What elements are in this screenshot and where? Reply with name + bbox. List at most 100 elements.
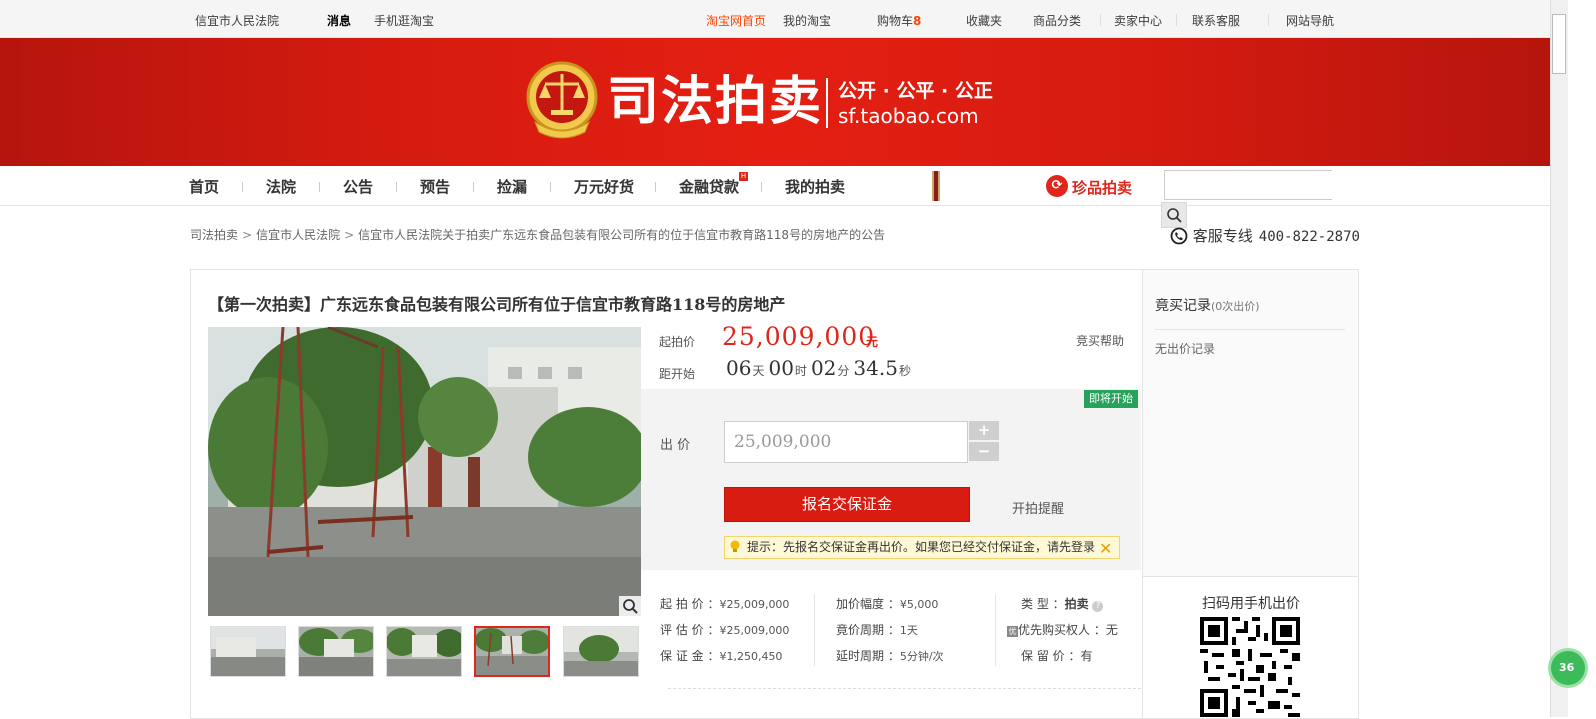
- thumbnail-image: [476, 628, 548, 675]
- qr-title: 扫码用手机出价: [1202, 596, 1300, 612]
- zhenpin-logo-icon: ⟳: [1046, 175, 1068, 197]
- info-delay: 延时周期 ：5分钟/次: [836, 647, 944, 664]
- seller-center-link[interactable]: 卖家中心: [1114, 12, 1162, 29]
- categories-link[interactable]: 商品分类: [1033, 12, 1081, 29]
- start-price-label: 起拍价: [659, 335, 696, 349]
- info-label: 竟价周期 ：: [836, 623, 900, 637]
- pay-deposit-button[interactable]: 报名交保证金: [724, 487, 970, 522]
- banner: 司法拍卖 公开 · 公平 · 公正 sf.taobao.com: [0, 38, 1550, 166]
- phone-icon: [1170, 227, 1188, 245]
- vertical-scrollbar[interactable]: [1550, 0, 1568, 717]
- countdown-label: 距开始: [659, 367, 696, 381]
- customer-service-link[interactable]: 联系客服: [1192, 12, 1240, 29]
- info-value: ¥25,009,000: [719, 624, 790, 637]
- divider: [1268, 14, 1269, 26]
- messages-link[interactable]: 消息: [327, 12, 351, 29]
- info-label: 起 拍 价 ：: [660, 597, 720, 611]
- nav-my-auction[interactable]: 我的拍卖: [785, 176, 845, 197]
- close-icon[interactable]: ✕: [1099, 538, 1112, 559]
- info-label: 加价幅度 ：: [836, 597, 900, 611]
- help-icon[interactable]: ?: [1092, 601, 1104, 612]
- priority-icon: 优: [1007, 626, 1018, 637]
- countdown-minutes-unit: 分: [837, 364, 850, 378]
- chevron-right-icon: >: [344, 228, 355, 242]
- scrollbar-thumb[interactable]: [1552, 14, 1566, 74]
- banner-url: sf.taobao.com: [838, 104, 979, 128]
- floating-widget[interactable]: 36: [1548, 648, 1588, 688]
- start-reminder-link[interactable]: 开拍提醒: [1012, 498, 1064, 517]
- court-emblem-icon: [526, 61, 598, 139]
- bid-amount-input[interactable]: 25,009,000: [724, 421, 968, 463]
- nav-court[interactable]: 法院: [266, 176, 296, 197]
- info-deposit: 保 证 金 ：¥1,250,450: [660, 647, 782, 664]
- info-cycle: 竟价周期 ：1天: [836, 621, 918, 638]
- mobile-link[interactable]: 手机逛淘宝: [374, 12, 434, 29]
- increase-bid-button[interactable]: +: [969, 421, 999, 440]
- banner-title: 司法拍卖: [607, 72, 824, 132]
- decrease-bid-button[interactable]: −: [969, 442, 999, 461]
- hotline-label: 客服专线: [1192, 227, 1253, 245]
- divider: [1176, 14, 1177, 26]
- info-label: 优先购买权人 ：: [1018, 623, 1106, 637]
- zhenpin-label: 珍品拍卖: [1072, 179, 1133, 197]
- divider: [761, 182, 762, 192]
- favorites-link[interactable]: 收藏夹: [966, 12, 1002, 29]
- info-value: 1天: [899, 624, 918, 637]
- divider: [655, 182, 656, 192]
- top-bar: 信宜市人民法院 消息 手机逛淘宝 淘宝网首页 我的淘宝 购物车8 收藏夹 商品分…: [0, 0, 1550, 38]
- countdown-timer: 06天 00时 02分 34.5秒: [726, 356, 915, 380]
- nav-finance[interactable]: 金融贷款: [679, 176, 739, 197]
- zoom-button[interactable]: [619, 596, 641, 616]
- info-label: 保 留 价 ：: [1021, 649, 1081, 663]
- cart-link[interactable]: 购物车8: [877, 12, 921, 29]
- page-margin: [1568, 0, 1596, 717]
- thumbnail[interactable]: [298, 626, 374, 677]
- countdown-days-unit: 天: [752, 364, 765, 378]
- breadcrumb: 司法拍卖 > 信宜市人民法院 > 信宜市人民法院关于拍卖广东远东食品包装有限公司所有的位…: [190, 226, 885, 243]
- divider: [550, 182, 551, 192]
- banner-slogan: 公开 · 公平 · 公正: [838, 80, 993, 102]
- nav-good-deals[interactable]: 万元好货: [574, 176, 634, 197]
- divider: [1143, 576, 1358, 577]
- nav-notice[interactable]: 公告: [343, 176, 373, 197]
- search-icon: [1167, 208, 1182, 223]
- thumbnail[interactable]: [563, 626, 639, 677]
- divider: [319, 182, 320, 192]
- chevron-right-icon: >: [242, 228, 253, 242]
- bid-record-panel: [1143, 270, 1358, 576]
- info-value: 5分钟/次: [899, 650, 944, 663]
- breadcrumb-court[interactable]: 信宜市人民法院: [256, 228, 340, 242]
- info-value: ¥5,000: [899, 598, 939, 611]
- status-badge: 即将开始: [1084, 390, 1138, 408]
- property-photo[interactable]: [208, 327, 641, 616]
- court-link[interactable]: 信宜市人民法院: [195, 12, 279, 29]
- info-label: 延时周期 ：: [836, 649, 900, 663]
- cart-label: 购物车: [877, 14, 914, 28]
- breadcrumb-root[interactable]: 司法拍卖: [190, 228, 238, 242]
- info-value: ¥1,250,450: [719, 650, 783, 663]
- bid-label: 出 价: [660, 438, 691, 453]
- nav-preview[interactable]: 预告: [420, 176, 450, 197]
- nav-home[interactable]: 首页: [189, 176, 219, 197]
- nav-bargain[interactable]: 捡漏: [497, 176, 527, 197]
- start-price-unit: 元: [866, 335, 879, 349]
- info-start-price: 起 拍 价 ：¥25,009,000: [660, 595, 789, 612]
- countdown-seconds: 34.5: [853, 356, 898, 380]
- thumbnail-selected[interactable]: [474, 626, 550, 677]
- thumbnail[interactable]: [210, 626, 286, 677]
- divider: [814, 594, 815, 666]
- search-input[interactable]: [1164, 170, 1332, 200]
- divider: [668, 688, 1141, 689]
- divider: [242, 182, 243, 192]
- thumbnail[interactable]: [386, 626, 462, 677]
- my-taobao-link[interactable]: 我的淘宝: [783, 12, 831, 29]
- divider: [1142, 270, 1143, 719]
- sitemap-link[interactable]: 网站导航: [1286, 12, 1334, 29]
- bid-help-link[interactable]: 竞买帮助: [1076, 332, 1124, 349]
- taobao-home-link[interactable]: 淘宝网首页: [706, 12, 766, 29]
- bid-record-label: 竟买记录: [1155, 298, 1211, 314]
- divider: [473, 182, 474, 192]
- info-value: 无: [1105, 623, 1118, 637]
- countdown-days: 06: [726, 356, 752, 380]
- ribbon-icon: [932, 171, 940, 201]
